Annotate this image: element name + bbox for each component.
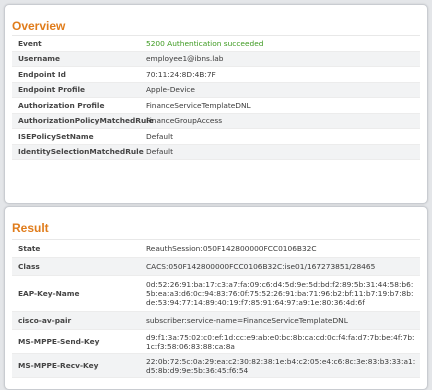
row-label: Username [18, 54, 61, 64]
row-value: Default [146, 147, 174, 157]
row-label: cisco-av-pair [18, 316, 72, 325]
row-value: Default [146, 131, 174, 141]
row-value: 22:0b:72:5c:0a:29:ea:c2:30:82:38:1e:b4:c… [146, 356, 416, 375]
table-row-policy-set: ISEPolicySetName Default [12, 129, 420, 145]
row-value: employee1@ibns.lab [146, 54, 224, 64]
overview-panel: Overview Event 5200 Authentication succe… [4, 4, 428, 204]
row-label: Endpoint Id [18, 69, 66, 79]
row-label: Authorization Profile [18, 100, 105, 110]
row-value: subscriber:service-name=FinanceServiceTe… [146, 316, 348, 325]
table-row-mppe-send-key: MS-MPPE-Send-Key d9:f1:3a:75:02:c0:ef:1d… [12, 330, 420, 354]
row-label: MS-MPPE-Recv-Key [18, 361, 99, 370]
row-label: EAP-Key-Name [18, 289, 80, 298]
row-label: Class [18, 262, 40, 271]
table-row-class: Class CACS:050F142800000FCC0106B32C:ise0… [12, 258, 420, 276]
table-row-mppe-recv-key: MS-MPPE-Recv-Key 22:0b:72:5c:0a:29:ea:c2… [12, 354, 420, 378]
table-row-state: State ReauthSession:050F142800000FCC0106… [12, 240, 420, 258]
table-row-identity-rule: IdentitySelectionMatchedRule Default [12, 144, 420, 160]
row-label: MS-MPPE-Send-Key [18, 337, 100, 346]
result-table: State ReauthSession:050F142800000FCC0106… [12, 239, 420, 378]
row-label: ISEPolicySetName [18, 131, 94, 141]
table-row-username: Username employee1@ibns.lab [12, 51, 420, 67]
row-value: ReauthSession:050F142800000FCC0106B32C [146, 244, 317, 253]
table-row-endpoint-profile: Endpoint Profile Apple-Device [12, 82, 420, 98]
result-panel: Result State ReauthSession:050F142800000… [4, 206, 428, 390]
table-row-cisco-av-pair: cisco-av-pair subscriber:service-name=Fi… [12, 312, 420, 330]
overview-title: Overview [12, 19, 66, 33]
row-label: AuthorizationPolicyMatchedRule [18, 116, 154, 126]
table-row-authorization-profile: Authorization Profile FinanceServiceTemp… [12, 98, 420, 114]
overview-table: Event 5200 Authentication succeeded User… [12, 35, 420, 160]
table-row-eap-key-name: EAP-Key-Name 0d:52:26:91:ba:17:c3:a7:fa:… [12, 276, 420, 312]
row-value: CACS:050F142800000FCC0106B32C:ise01/1672… [146, 262, 376, 271]
table-row-event: Event 5200 Authentication succeeded [12, 36, 420, 52]
row-value: FinanceServiceTemplateDNL [146, 100, 251, 110]
event-status-value: 5200 Authentication succeeded [146, 38, 264, 48]
row-value: d9:f1:3a:75:02:c0:ef:1d:cc:e9:ab:e0:bc:8… [146, 332, 415, 351]
row-label: State [18, 244, 41, 253]
result-title: Result [12, 221, 49, 235]
row-value: 0d:52:26:91:ba:17:c3:a7:fa:09:c6:d4:5d:9… [146, 280, 414, 307]
row-label: IdentitySelectionMatchedRule [18, 147, 144, 157]
row-value: FinanceGroupAccess [146, 116, 223, 126]
row-value: Apple-Device [146, 85, 195, 95]
row-value: 70:11:24:8D:4B:7F [146, 69, 216, 79]
table-row-authz-matched-rule: AuthorizationPolicyMatchedRule FinanceGr… [12, 113, 420, 129]
table-row-endpoint-id: Endpoint Id 70:11:24:8D:4B:7F [12, 67, 420, 83]
row-label: Endpoint Profile [18, 85, 86, 95]
row-label: Event [18, 38, 42, 48]
